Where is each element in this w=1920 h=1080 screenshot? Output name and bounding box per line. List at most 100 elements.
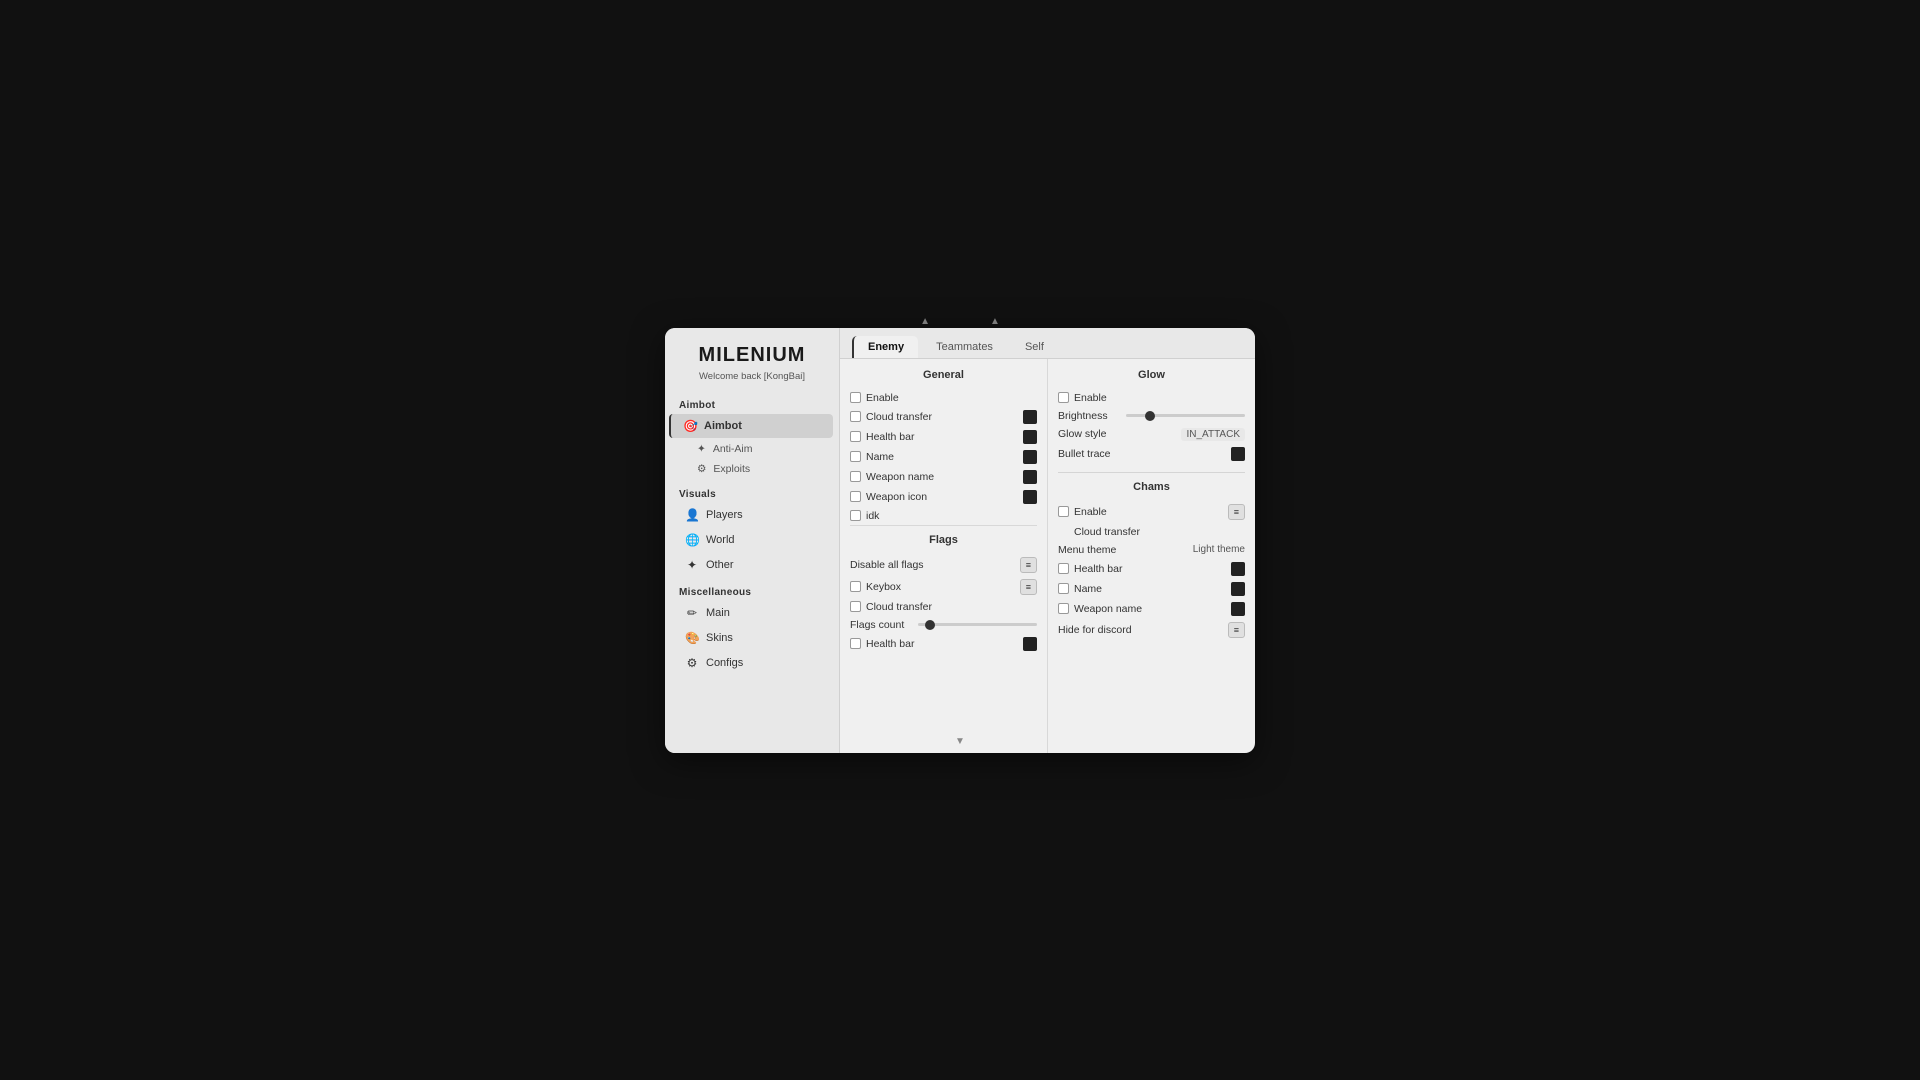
top-arrow-left: ▲ — [920, 316, 930, 327]
main-panel: MILENIUM Welcome back [KongBai] Aimbot 🎯… — [665, 328, 1255, 753]
bullet-trace-row: Bullet trace — [1058, 444, 1245, 464]
chams-enable-btn[interactable]: ≡ — [1228, 504, 1245, 520]
glow-enable-label: Enable — [1074, 392, 1107, 404]
sidebar-item-label-anti-aim: Anti-Aim — [713, 443, 753, 455]
sidebar-item-label-skins: Skins — [706, 632, 733, 644]
flags-keybox-label: Keybox — [866, 581, 901, 593]
chams-cloud-transfer-checkbox[interactable] — [1058, 526, 1069, 537]
glow-style-label: Glow style — [1058, 428, 1106, 440]
flags-count-slider[interactable] — [918, 623, 1037, 626]
sidebar-item-configs[interactable]: ⚙ Configs — [671, 651, 833, 675]
general-weapon-name-checkbox[interactable] — [850, 471, 861, 482]
brightness-label: Brightness — [1058, 410, 1120, 422]
general-weapon-name-row: Weapon name — [850, 467, 1037, 487]
chams-cloud-transfer-row: Cloud transfer — [1058, 523, 1245, 541]
chams-name-checkbox[interactable] — [1058, 583, 1069, 594]
bullet-trace-color[interactable] — [1231, 447, 1245, 461]
sidebar-item-skins[interactable]: 🎨 Skins — [671, 626, 833, 650]
flags-cloud-transfer-checkbox[interactable] — [850, 601, 861, 612]
flags-disable-all-row: Disable all flags ≡ — [850, 554, 1037, 576]
general-idk-label: idk — [866, 510, 879, 522]
sidebar-item-other[interactable]: ✦ Other — [671, 553, 833, 577]
sidebar-item-exploits[interactable]: ⚙ Exploits — [665, 459, 839, 479]
general-health-bar-color[interactable] — [1023, 430, 1037, 444]
sidebar-item-aimbot[interactable]: 🎯 Aimbot — [669, 414, 833, 438]
chams-weapon-name-checkbox[interactable] — [1058, 603, 1069, 614]
main-icon: ✏ — [685, 606, 699, 620]
hide-discord-row: Hide for discord ≡ — [1058, 619, 1245, 641]
chams-health-bar-color[interactable] — [1231, 562, 1245, 576]
general-health-bar-checkbox[interactable] — [850, 431, 861, 442]
flags-heading: Flags — [850, 525, 1037, 546]
flags-health-bar-checkbox[interactable] — [850, 638, 861, 649]
sidebar-item-anti-aim[interactable]: ✦ Anti-Aim — [665, 439, 839, 459]
general-enable-checkbox[interactable] — [850, 392, 861, 403]
general-cloud-transfer-label: Cloud transfer — [866, 411, 932, 423]
flags-count-label: Flags count — [850, 619, 912, 631]
tab-enemy[interactable]: Enemy — [852, 336, 918, 358]
configs-icon: ⚙ — [685, 656, 699, 670]
hide-discord-label: Hide for discord — [1058, 624, 1132, 636]
general-name-label: Name — [866, 451, 894, 463]
anti-aim-icon: ✦ — [697, 443, 706, 455]
main-content: Enemy Teammates Self General Enable — [840, 328, 1255, 753]
general-weapon-icon-color[interactable] — [1023, 490, 1037, 504]
glow-enable-checkbox[interactable] — [1058, 392, 1069, 403]
section-misc: Miscellaneous — [665, 583, 839, 600]
section-aimbot: Aimbot — [665, 396, 839, 413]
divider-1 — [1058, 472, 1245, 473]
flags-health-bar-color[interactable] — [1023, 637, 1037, 651]
chams-health-bar-checkbox[interactable] — [1058, 563, 1069, 574]
chams-enable-label: Enable — [1074, 506, 1107, 518]
glow-style-row: Glow style IN_ATTACK — [1058, 425, 1245, 444]
general-weapon-icon-checkbox[interactable] — [850, 491, 861, 502]
general-idk-checkbox[interactable] — [850, 510, 861, 521]
general-health-bar-label: Health bar — [866, 431, 914, 443]
flags-count-thumb — [925, 620, 935, 630]
general-name-checkbox[interactable] — [850, 451, 861, 462]
menu-theme-row: Menu theme Light theme — [1058, 541, 1245, 559]
flags-disable-all-label: Disable all flags — [850, 559, 924, 571]
hide-discord-btn[interactable]: ≡ — [1228, 622, 1245, 638]
flags-disable-all-btn[interactable]: ≡ — [1020, 557, 1037, 573]
chams-weapon-name-color[interactable] — [1231, 602, 1245, 616]
chams-enable-checkbox[interactable] — [1058, 506, 1069, 517]
other-icon: ✦ — [685, 558, 699, 572]
scroll-down-arrow[interactable]: ▼ — [955, 736, 965, 747]
flags-cloud-transfer-row: Cloud transfer — [850, 598, 1037, 616]
general-idk-row: idk — [850, 507, 1037, 525]
menu-theme-label: Menu theme — [1058, 544, 1116, 556]
tab-teammates[interactable]: Teammates — [922, 336, 1007, 358]
glow-heading: Glow — [1058, 369, 1245, 381]
sidebar-item-world[interactable]: 🌐 World — [671, 528, 833, 552]
aimbot-icon: 🎯 — [683, 419, 697, 433]
flags-keybox-btn[interactable]: ≡ — [1020, 579, 1037, 595]
brightness-slider[interactable] — [1126, 414, 1245, 417]
sidebar-item-label-other: Other — [706, 559, 734, 571]
general-weapon-icon-label: Weapon icon — [866, 491, 927, 503]
general-name-color[interactable] — [1023, 450, 1037, 464]
tab-self[interactable]: Self — [1011, 336, 1058, 358]
general-cloud-transfer-checkbox[interactable] — [850, 411, 861, 422]
menu-theme-value[interactable]: Light theme — [1193, 544, 1245, 555]
chams-health-bar-row: Health bar — [1058, 559, 1245, 579]
chams-heading: Chams — [1058, 481, 1245, 493]
flags-keybox-checkbox[interactable] — [850, 581, 861, 592]
sidebar-item-main[interactable]: ✏ Main — [671, 601, 833, 625]
chams-cloud-transfer-label: Cloud transfer — [1074, 526, 1140, 538]
sidebar: MILENIUM Welcome back [KongBai] Aimbot 🎯… — [665, 328, 840, 753]
sidebar-item-label-players: Players — [706, 509, 743, 521]
sidebar-item-players[interactable]: 👤 Players — [671, 503, 833, 527]
chams-health-bar-label: Health bar — [1074, 563, 1122, 575]
section-visuals: Visuals — [665, 485, 839, 502]
flags-health-bar-label: Health bar — [866, 638, 914, 650]
general-cloud-transfer-color[interactable] — [1023, 410, 1037, 424]
sidebar-item-label-exploits: Exploits — [713, 463, 750, 475]
players-icon: 👤 — [685, 508, 699, 522]
exploits-icon: ⚙ — [697, 463, 706, 475]
general-weapon-name-color[interactable] — [1023, 470, 1037, 484]
glow-style-value[interactable]: IN_ATTACK — [1181, 428, 1245, 441]
chams-name-color[interactable] — [1231, 582, 1245, 596]
flags-keybox-row: Keybox ≡ — [850, 576, 1037, 598]
general-weapon-name-label: Weapon name — [866, 471, 934, 483]
